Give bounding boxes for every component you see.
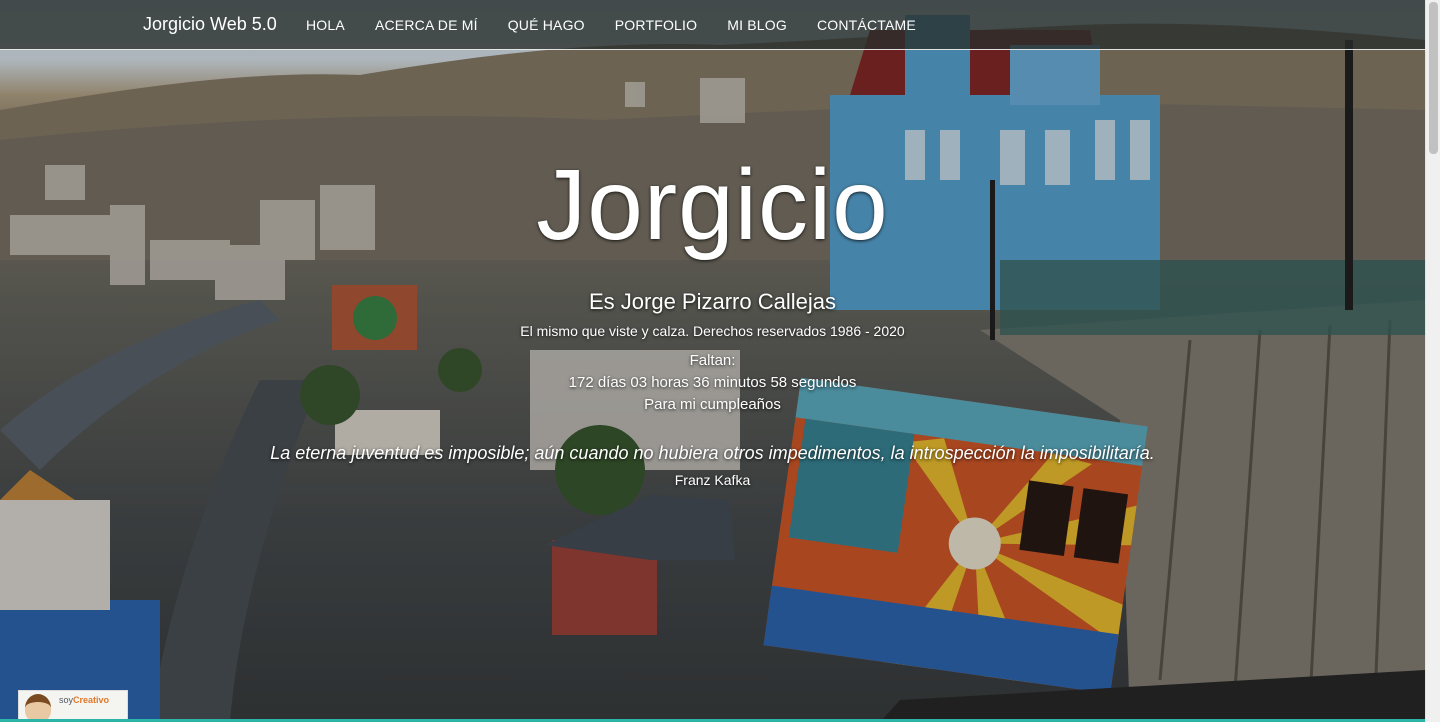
countdown-label: Faltan: (689, 352, 736, 369)
avatar-icon (25, 694, 51, 721)
badge-main: Creativo (73, 695, 110, 705)
badge-label: soyCreativo (59, 695, 109, 705)
nav-item-blog[interactable]: MI BLOG (727, 17, 787, 33)
countdown-timer: 172 días 03 horas 36 minutos 58 segundos (568, 374, 857, 391)
nav-menu: HOLA ACERCA DE MÍ QUÉ HAGO PORTFOLIO MI … (306, 17, 946, 33)
badge-prefix: soy (59, 695, 74, 705)
page-scrollbar[interactable] (1425, 0, 1440, 722)
nav-item-portfolio[interactable]: PORTFOLIO (615, 17, 697, 33)
hero-tagline: El mismo que viste y calza. Derechos res… (520, 323, 905, 339)
countdown-suffix: Para mi cumpleaños (644, 396, 781, 413)
scrollbar-thumb[interactable] (1429, 2, 1438, 154)
quote-author: Franz Kafka (674, 472, 751, 488)
nav-item-hola[interactable]: HOLA (306, 17, 345, 33)
top-navbar: Jorgicio Web 5.0 HOLA ACERCA DE MÍ QUÉ H… (0, 0, 1425, 50)
hero-title: Jorgicio (536, 149, 889, 261)
hero-subtitle: Es Jorge Pizarro Callejas (589, 289, 836, 314)
quote-text: La eterna juventud es imposible; aún cua… (270, 443, 1155, 463)
brand-link[interactable]: Jorgicio Web 5.0 (143, 14, 277, 35)
nav-item-contactame[interactable]: CONTÁCTAME (817, 17, 916, 33)
nav-item-acerca[interactable]: ACERCA DE MÍ (375, 17, 478, 33)
creative-badge[interactable]: soyCreativo (18, 690, 128, 722)
nav-item-que-hago[interactable]: QUÉ HAGO (508, 17, 585, 33)
